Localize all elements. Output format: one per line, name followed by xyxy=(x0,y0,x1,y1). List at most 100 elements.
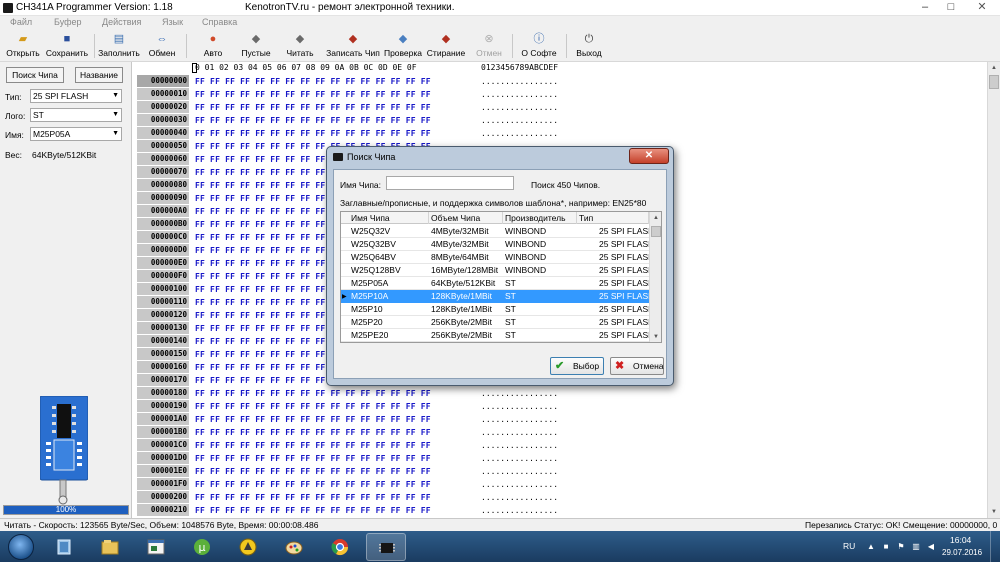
taskbar-file-manager[interactable] xyxy=(90,533,130,561)
chip-list-row[interactable]: W25Q64BV 8MByte/64MBit WINBOND 25 SPI FLASH xyxy=(341,251,654,264)
select-chip-button[interactable]: ✔ Выбор xyxy=(550,357,604,375)
hex-bytes[interactable]: FF FF FF FF FF FF FF FF FF FF FF FF FF F… xyxy=(195,101,431,114)
chip-name-select[interactable]: M25P05A ▼ xyxy=(30,127,122,141)
taskbar-paint[interactable] xyxy=(274,533,314,561)
scroll-thumb[interactable] xyxy=(651,226,661,237)
column-manufacturer[interactable]: Производитель xyxy=(503,212,577,224)
erase-button[interactable]: ◆ Стирание xyxy=(426,31,466,61)
hex-ascii[interactable]: ................ xyxy=(481,400,558,413)
tray-expand-icon[interactable]: ▲ xyxy=(866,542,876,552)
tray-flag-icon[interactable]: ⚑ xyxy=(896,542,906,552)
chip-list-scrollbar[interactable]: ▲ ▼ xyxy=(649,212,661,342)
hex-bytes[interactable]: FF FF FF FF FF FF FF FF FF FF FF FF FF F… xyxy=(195,504,431,517)
tray-network-icon[interactable]: ▥ xyxy=(911,542,921,552)
minimize-button[interactable]: – xyxy=(912,0,938,15)
hex-bytes[interactable]: FF FF FF FF FF FF FF FF FF FF FF FF FF F… xyxy=(195,465,431,478)
chip-list-row[interactable]: M25P05A 64KByte/512KBit ST 25 SPI FLASH xyxy=(341,277,654,290)
hex-ascii[interactable]: ................ xyxy=(481,114,558,127)
tray-app-icon[interactable]: ■ xyxy=(881,542,891,552)
chip-name-button[interactable]: Название xyxy=(75,67,123,83)
hex-bytes[interactable]: FF FF FF FF FF FF FF FF FF FF FF FF FF F… xyxy=(195,413,431,426)
menu-language[interactable]: Язык xyxy=(162,17,183,27)
hex-ascii[interactable]: ................ xyxy=(481,75,558,88)
taskbar-norton-commander[interactable] xyxy=(228,533,268,561)
read-button[interactable]: ◆ Читать xyxy=(282,31,318,61)
hex-ascii[interactable]: ................ xyxy=(481,439,558,452)
hex-ascii[interactable]: ................ xyxy=(481,504,558,517)
swap-button[interactable]: ⇔ Обмен xyxy=(144,31,180,61)
cancel-button[interactable]: ✖ Отмена xyxy=(610,357,664,375)
hex-ascii[interactable]: ................ xyxy=(481,465,558,478)
menu-help[interactable]: Справка xyxy=(202,17,237,27)
verify-button[interactable]: ◆ Проверка xyxy=(382,31,424,61)
taskbar-windows-explorer[interactable] xyxy=(44,533,84,561)
chip-list-row[interactable]: M25P10 128KByte/1MBit ST 25 SPI FLASH xyxy=(341,303,654,316)
hex-bytes[interactable]: FF FF FF FF FF FF FF FF FF FF FF FF FF F… xyxy=(195,439,431,452)
hex-bytes[interactable]: FF FF FF FF FF FF FF FF FF FF FF FF FF F… xyxy=(195,127,431,140)
chip-list-row[interactable]: M25P20 256KByte/2MBit ST 25 SPI FLASH xyxy=(341,316,654,329)
dialog-titlebar[interactable]: Поиск Чипа ✕ xyxy=(327,147,673,167)
taskbar-chrome[interactable] xyxy=(320,533,360,561)
save-button[interactable]: ■ Сохранить xyxy=(44,31,90,61)
taskbar-utorrent[interactable]: µ xyxy=(182,533,222,561)
start-button[interactable] xyxy=(3,532,39,561)
dialog-close-button[interactable]: ✕ xyxy=(629,148,669,164)
scroll-down-icon[interactable]: ▼ xyxy=(650,331,661,342)
taskbar-ch341a-programmer[interactable] xyxy=(366,533,406,561)
menu-file[interactable]: Файл xyxy=(10,17,32,27)
chip-list-row[interactable]: ▶ M25P10A 128KByte/1MBit ST 25 SPI FLASH xyxy=(341,290,654,303)
chip-list-table[interactable]: Имя Чипа Объем Чипа Производитель Тип W2… xyxy=(340,211,662,343)
blank-check-button[interactable]: ◆ Пустые xyxy=(238,31,274,61)
chip-list-row[interactable]: W25Q128BV 16MByte/128MBit WINBOND 25 SPI FL… xyxy=(341,264,654,277)
search-chip-button[interactable]: Поиск Чипа xyxy=(6,67,64,83)
auto-button[interactable]: ● Авто xyxy=(198,31,228,61)
tray-language[interactable]: RU xyxy=(843,541,855,551)
hex-bytes[interactable]: FF FF FF FF FF FF FF FF FF FF FF FF FF F… xyxy=(195,75,431,88)
chip-search-input[interactable] xyxy=(386,176,514,190)
menu-buffer[interactable]: Буфер xyxy=(54,17,82,27)
clock-time[interactable]: 16:04 xyxy=(950,535,971,545)
hex-ascii[interactable]: ................ xyxy=(481,127,558,140)
hex-ascii[interactable]: ................ xyxy=(481,426,558,439)
hex-bytes[interactable]: FF FF FF FF FF FF FF FF FF FF FF FF FF F… xyxy=(195,491,431,504)
chip-type-select[interactable]: 25 SPI FLASH ▼ xyxy=(30,89,122,103)
hex-ascii[interactable]: ................ xyxy=(481,413,558,426)
scroll-up-icon[interactable]: ▲ xyxy=(988,62,1000,74)
hex-bytes[interactable]: FF FF FF FF FF FF FF FF FF FF FF FF FF F… xyxy=(195,88,431,101)
show-desktop-button[interactable] xyxy=(990,531,1000,562)
open-button[interactable]: ▰ Открыть xyxy=(3,31,43,61)
hex-ascii[interactable]: ................ xyxy=(481,478,558,491)
hex-bytes[interactable]: FF FF FF FF FF FF FF FF FF FF FF FF FF F… xyxy=(195,478,431,491)
scroll-thumb[interactable] xyxy=(989,75,999,89)
tray-volume-icon[interactable]: ◀ xyxy=(926,542,936,552)
chip-list-row[interactable]: M25PE20 256KByte/2MBit ST 25 SPI FLASH xyxy=(341,329,654,342)
hex-bytes[interactable]: FF FF FF FF FF FF FF FF FF FF FF FF FF F… xyxy=(195,387,431,400)
hex-ascii[interactable]: ................ xyxy=(481,452,558,465)
fill-button[interactable]: ▤ Заполнить xyxy=(97,31,141,61)
hex-vertical-scrollbar[interactable]: ▲ ▼ xyxy=(987,62,1000,518)
hex-ascii[interactable]: ................ xyxy=(481,387,558,400)
chip-list-row[interactable]: W25Q32BV 4MByte/32MBit WINBOND 25 SPI FLASH xyxy=(341,238,654,251)
scroll-up-icon[interactable]: ▲ xyxy=(650,212,661,224)
hex-bytes[interactable]: FF FF FF FF FF FF FF FF FF FF FF FF FF F… xyxy=(195,400,431,413)
taskbar-window-app[interactable] xyxy=(136,533,176,561)
write-chip-button[interactable]: ◆ Записать Чип xyxy=(324,31,382,61)
hex-bytes[interactable]: FF FF FF FF FF FF FF FF FF FF FF FF FF F… xyxy=(195,426,431,439)
column-type[interactable]: Тип xyxy=(577,212,649,224)
close-window-button[interactable]: ✕ xyxy=(964,0,1000,15)
chip-manufacturer-select[interactable]: ST ▼ xyxy=(30,108,122,122)
about-button[interactable]: ⓘ О Софте xyxy=(518,31,560,61)
menu-actions[interactable]: Действия xyxy=(102,17,141,27)
hex-bytes[interactable]: FF FF FF FF FF FF FF FF FF FF FF FF FF F… xyxy=(195,114,431,127)
clock-date[interactable]: 29.07.2016 xyxy=(942,548,982,557)
hex-ascii[interactable]: ................ xyxy=(481,491,558,504)
hex-ascii[interactable]: ................ xyxy=(481,101,558,114)
chip-list-row[interactable]: W25Q32V 4MByte/32MBit WINBOND 25 SPI FLASH xyxy=(341,225,654,238)
cancel-operation-button[interactable]: ⊗ Отмен xyxy=(472,31,506,61)
exit-button[interactable]: ⏻ Выход xyxy=(572,31,606,61)
maximize-button[interactable]: □ xyxy=(938,0,964,15)
hex-ascii[interactable]: ................ xyxy=(481,88,558,101)
hex-bytes[interactable]: FF FF FF FF FF FF FF FF FF FF FF FF FF F… xyxy=(195,452,431,465)
column-chip-size[interactable]: Объем Чипа xyxy=(429,212,503,224)
scroll-down-icon[interactable]: ▼ xyxy=(988,506,1000,518)
